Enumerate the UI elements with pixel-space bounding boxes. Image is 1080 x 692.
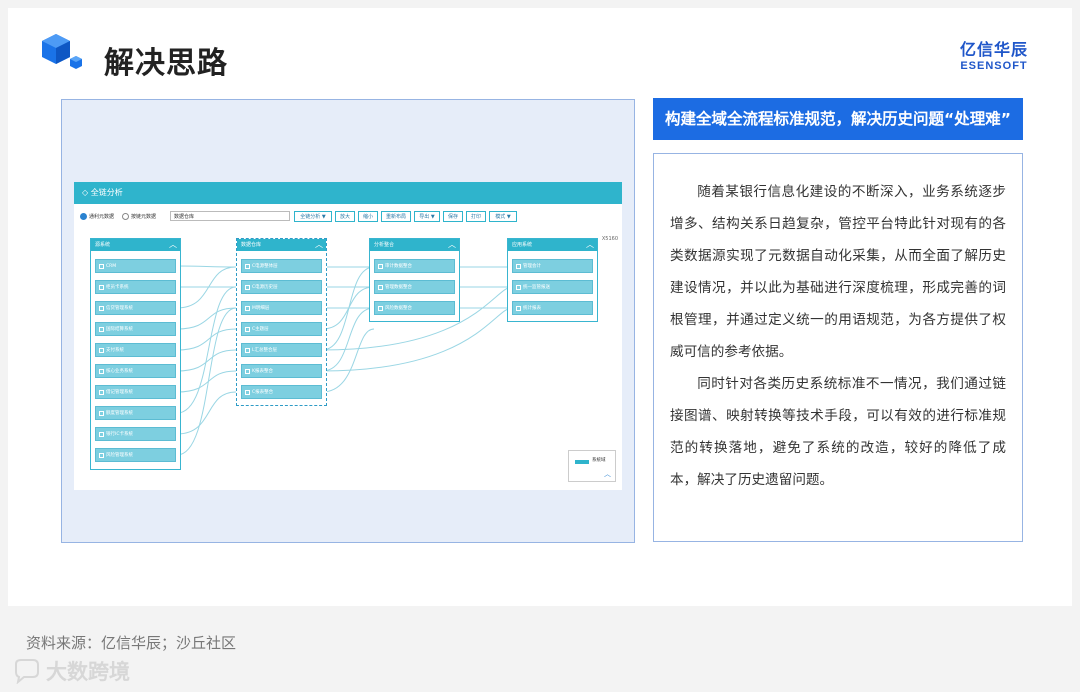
pane-analysis-integration: 分析整合 ︿ 审计数据整合 管理数据整合 风险数据整合 xyxy=(369,238,460,322)
node-item[interactable]: 管理会计 xyxy=(512,259,593,273)
node-item[interactable]: 信贷管理系统 xyxy=(95,301,176,315)
node-item[interactable]: 风险管理系统 xyxy=(95,448,176,462)
lineage-screenshot: ◇ 全链分析 通利元数据 按链元数据 数据仓库 全链分析 ▼ 放大 缩小 重新布… xyxy=(61,99,635,543)
brand-cn: 亿信华辰 xyxy=(959,42,1028,59)
pane-source-systems: 源系统 ︿ CRM 柜员卡系统 信贷管理系统 国际结算系统 支付系统 核心业务系统… xyxy=(90,238,181,470)
node-item[interactable]: 支付系统 xyxy=(95,343,176,357)
chat-bubble-icon xyxy=(15,659,39,684)
paragraph-1: 随着某银行信息化建设的不断深入，业务系统逐步增多、结构关系日趋复杂，管控平台特此… xyxy=(670,184,1006,360)
legend-swatch xyxy=(575,460,589,464)
watermark-text: 大数跨境 xyxy=(46,660,130,684)
pane-title: 应用系统 xyxy=(512,242,533,248)
description-box: 随着某银行信息化建设的不断深入，业务系统逐步增多、结构关系日趋复杂，管控平台特此… xyxy=(653,153,1023,542)
node-item[interactable]: C主题层 xyxy=(241,322,322,336)
chevron-up-icon[interactable]: ︿ xyxy=(604,469,611,479)
node-item[interactable]: 核心业务系统 xyxy=(95,364,176,378)
pane-title: 分析整合 xyxy=(374,242,395,248)
node-item[interactable]: 审计数据整合 xyxy=(374,259,455,273)
node-item[interactable]: L汇总整合层 xyxy=(241,343,322,357)
highlight-banner: 构建全域全流程标准规范，解决历史问题“处理难” xyxy=(653,98,1023,140)
pane-application-systems: 应用系统 ︿ 管理会计 统一监管报送 统计报表 xyxy=(507,238,598,322)
node-item[interactable]: 借记管理系统 xyxy=(95,385,176,399)
chevron-up-icon[interactable]: ︿ xyxy=(169,239,177,250)
pane-header[interactable]: 应用系统 ︿ xyxy=(508,239,597,251)
source-note: 资料来源：亿信华辰；沙丘社区 xyxy=(26,634,237,652)
pane-title: 源系统 xyxy=(95,242,111,248)
node-item[interactable]: CRM xyxy=(95,259,176,273)
pane-title: 数据仓库 xyxy=(241,242,262,248)
paragraph-2: 同时针对各类历史系统标准不一情况，我们通过链接图谱、映射转换等技术手段，可以有效… xyxy=(670,376,1006,488)
pane-header[interactable]: 数据仓库 ︿ xyxy=(237,239,326,251)
node-item[interactable]: 统一监管报送 xyxy=(512,280,593,294)
page-title: 解决思路 xyxy=(104,46,228,81)
brand-logo: 亿信华辰 ESENSOFT xyxy=(960,36,1028,72)
node-item[interactable]: 管理数据整合 xyxy=(374,280,455,294)
chevron-up-icon[interactable]: ︿ xyxy=(586,239,594,250)
node-item[interactable]: K报表整合 xyxy=(241,364,322,378)
node-item[interactable]: C电源历史层 xyxy=(241,280,322,294)
node-item[interactable]: C报表整合 xyxy=(241,385,322,399)
pane-header[interactable]: 源系统 ︿ xyxy=(91,239,180,251)
watermark: 大数跨境 xyxy=(12,656,130,686)
node-item[interactable]: 额度管理系统 xyxy=(95,406,176,420)
chevron-up-icon[interactable]: ︿ xyxy=(315,239,323,250)
node-item[interactable]: 风险数据整合 xyxy=(374,301,455,315)
chevron-up-icon[interactable]: ︿ xyxy=(448,239,456,250)
node-item[interactable]: 国际结算系统 xyxy=(95,322,176,336)
legend-label: 系统域 xyxy=(592,458,606,463)
node-item[interactable]: 柜员卡系统 xyxy=(95,280,176,294)
node-item[interactable]: 统计报表 xyxy=(512,301,593,315)
node-item[interactable]: C电源整体层 xyxy=(241,259,322,273)
node-item[interactable]: 银行IC卡系统 xyxy=(95,427,176,441)
pane-data-warehouse: 数据仓库 ︿ C电源整体层 C电源历史层 M明细层 C主题层 L汇总整合层 K报表… xyxy=(236,238,327,406)
slide: 解决思路 亿信华辰 ESENSOFT ◇ 全链分析 通利元数据 按链元数据 数据… xyxy=(8,8,1072,606)
legend: 系统域 ︿ xyxy=(568,450,616,482)
brand-en: ESENSOFT xyxy=(960,60,1028,72)
lineage-app-window: ◇ 全链分析 通利元数据 按链元数据 数据仓库 全链分析 ▼ 放大 缩小 重新布… xyxy=(74,182,622,490)
cube-logo-icon xyxy=(42,34,82,69)
pane-header[interactable]: 分析整合 ︿ xyxy=(370,239,459,251)
node-item[interactable]: M明细层 xyxy=(241,301,322,315)
